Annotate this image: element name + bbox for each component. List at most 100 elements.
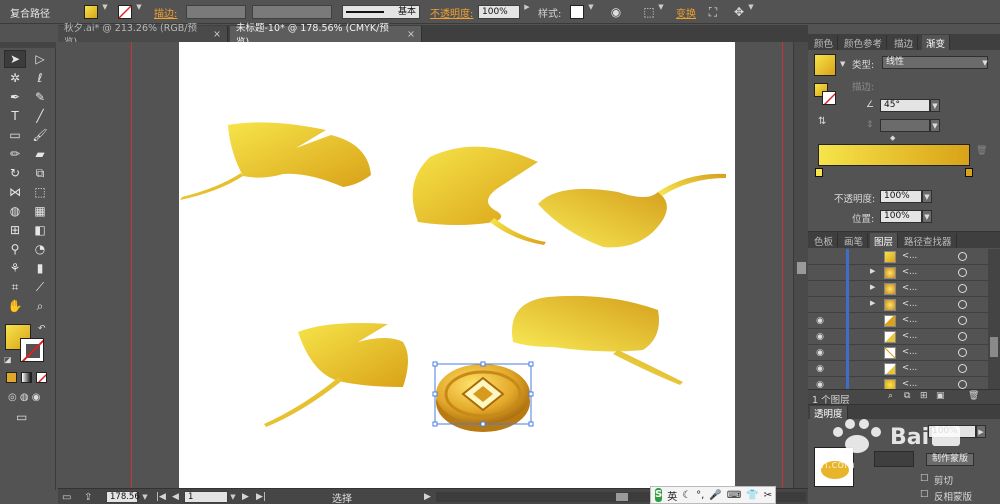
- eye-icon[interactable]: ◉: [812, 315, 828, 327]
- punctuation-icon[interactable]: °,: [696, 490, 704, 501]
- last-artboard-icon[interactable]: ▶|: [256, 489, 266, 504]
- mic-icon[interactable]: 🎤: [709, 490, 721, 501]
- canvas-vertical-scrollbar[interactable]: [793, 42, 808, 488]
- stop-opacity-field[interactable]: 100%: [880, 190, 922, 203]
- shirt-icon[interactable]: 👕: [746, 490, 758, 501]
- tab-document-1[interactable]: 秋夕.ai* @ 213.26% (RGB/预览) ×: [58, 23, 228, 48]
- next-artboard-icon[interactable]: ▶: [242, 489, 249, 504]
- eye-icon[interactable]: ◉: [812, 379, 828, 389]
- selection-tool-icon[interactable]: ➤: [4, 50, 26, 68]
- eye-icon[interactable]: ◉: [812, 363, 828, 375]
- lasso-tool-icon[interactable]: ℓ: [29, 69, 51, 87]
- first-artboard-icon[interactable]: |◀: [156, 489, 166, 504]
- canvas-area[interactable]: [58, 42, 793, 488]
- ginkgo-leaf-2[interactable]: [412, 146, 546, 245]
- new-layer-icon[interactable]: ▣: [936, 391, 945, 401]
- layer-row[interactable]: ◉ <...: [808, 313, 988, 329]
- tab-stroke[interactable]: 描边: [890, 35, 919, 50]
- tools-icon[interactable]: ✂: [764, 490, 772, 501]
- gradient-angle-field[interactable]: 45°: [880, 99, 930, 112]
- clipping-mask-icon[interactable]: ⧉: [904, 391, 910, 401]
- tools-panel-grip[interactable]: [0, 42, 56, 48]
- shape-builder-tool-icon[interactable]: ◍: [4, 202, 26, 220]
- target-icon[interactable]: [958, 300, 967, 309]
- none-mode-icon[interactable]: [36, 372, 47, 383]
- keyboard-icon[interactable]: ⌨: [727, 490, 741, 501]
- stop-position-dropdown-arrow[interactable]: ▼: [922, 210, 932, 223]
- fill-dropdown-arrow[interactable]: ▼: [100, 0, 110, 14]
- tab-brushes[interactable]: 画笔: [840, 233, 869, 248]
- artboard-number-value[interactable]: 1: [184, 491, 228, 503]
- curvature-tool-icon[interactable]: ✎: [29, 88, 51, 106]
- slice-tool-icon[interactable]: ⟋: [29, 278, 51, 296]
- ginkgo-leaf-1[interactable]: [180, 122, 371, 200]
- style-dropdown-arrow[interactable]: ▼: [586, 0, 596, 14]
- zoom-tool-icon[interactable]: ⌕: [29, 297, 51, 315]
- stop-position-field[interactable]: 100%: [880, 210, 922, 223]
- gradient-type-select[interactable]: 线性: [882, 56, 988, 69]
- eraser-tool-icon[interactable]: ▰: [29, 145, 51, 163]
- midpoint-marker-icon[interactable]: ◆: [890, 134, 895, 142]
- document-info-icon[interactable]: ▭: [62, 489, 71, 504]
- target-icon[interactable]: [958, 284, 967, 293]
- tab-gradient[interactable]: 渐变: [922, 35, 951, 50]
- paintbrush-tool-icon[interactable]: 🖌: [29, 126, 51, 144]
- tab-swatches[interactable]: 色板: [810, 233, 839, 248]
- free-transform-tool-icon[interactable]: ⬚: [29, 183, 51, 201]
- layer-row[interactable]: <...: [808, 249, 988, 265]
- ime-logo-icon[interactable]: S: [655, 488, 663, 502]
- zoom-value[interactable]: 178.56: [106, 491, 140, 503]
- zoom-dropdown-arrow[interactable]: ▼: [140, 489, 150, 504]
- mesh-tool-icon[interactable]: ⊞: [4, 221, 26, 239]
- align-dropdown-arrow[interactable]: ▼: [656, 0, 666, 14]
- gradient-stroke-swatch[interactable]: [822, 91, 836, 105]
- layers-list[interactable]: <... ▶ <... ▶ <... ▶ <... ◉ <... ◉ <... ◉ <...…: [808, 249, 988, 389]
- close-icon[interactable]: ×: [213, 29, 221, 40]
- artboard-dropdown-arrow[interactable]: ▼: [228, 489, 238, 504]
- layer-row[interactable]: ◉ <...: [808, 361, 988, 377]
- new-sublayer-icon[interactable]: ⊞: [920, 391, 928, 401]
- screen-mode-icon[interactable]: ▭: [16, 410, 27, 424]
- stroke-color-box[interactable]: [20, 338, 44, 362]
- rotate-tool-icon[interactable]: ↻: [4, 164, 26, 182]
- width-tool-icon[interactable]: ⋈: [4, 183, 26, 201]
- rectangle-tool-icon[interactable]: ▭: [4, 126, 26, 144]
- gradient-stop-start[interactable]: [815, 168, 823, 177]
- ginkgo-leaf-3[interactable]: [538, 173, 726, 248]
- scale-tool-icon[interactable]: ⧉: [29, 164, 51, 182]
- type-tool-icon[interactable]: T: [4, 107, 26, 125]
- gradient-preview-swatch[interactable]: [814, 54, 836, 76]
- gradient-preset-dropdown-arrow[interactable]: ▼: [840, 60, 845, 68]
- gradient-slider-bar[interactable]: [818, 144, 970, 166]
- tab-color-guide[interactable]: 颜色参考: [840, 35, 888, 50]
- ime-language-label[interactable]: 英: [667, 488, 677, 503]
- flip-dropdown-arrow[interactable]: ▼: [746, 0, 756, 14]
- gradient-mode-icon[interactable]: [21, 372, 32, 383]
- gradient-aspect-field[interactable]: [880, 119, 930, 132]
- tab-document-2[interactable]: 未标题-10* @ 178.56% (CMYK/预览) ×: [230, 23, 422, 48]
- transform-link[interactable]: 变换: [676, 0, 696, 24]
- color-mode-icon[interactable]: [6, 372, 17, 383]
- artwork[interactable]: [58, 42, 793, 488]
- symbol-sprayer-tool-icon[interactable]: ⚘: [4, 259, 26, 277]
- close-icon[interactable]: ×: [407, 29, 415, 40]
- pen-tool-icon[interactable]: ✒: [4, 88, 26, 106]
- gradient-tool-icon[interactable]: ◧: [29, 221, 51, 239]
- layers-scrollbar[interactable]: [988, 249, 1000, 389]
- opacity-label[interactable]: 不透明度:: [430, 0, 473, 24]
- isolate-icon[interactable]: ⛶: [704, 0, 722, 24]
- horizontal-scroll-thumb[interactable]: [616, 493, 628, 501]
- gradient-type-dropdown-arrow[interactable]: ▼: [980, 56, 990, 69]
- layer-row[interactable]: ◉ <...: [808, 345, 988, 361]
- eyedropper-tool-icon[interactable]: ⚲: [4, 240, 26, 258]
- artboard-number-field[interactable]: 1: [184, 489, 228, 504]
- expand-icon[interactable]: ▶: [870, 267, 875, 275]
- gradient-stop-end[interactable]: [965, 168, 973, 177]
- column-graph-tool-icon[interactable]: ▮: [29, 259, 51, 277]
- layer-row[interactable]: ▶ <...: [808, 265, 988, 281]
- zoom-field[interactable]: 178.56: [106, 489, 140, 504]
- layer-row[interactable]: ▶ <...: [808, 297, 988, 313]
- status-menu-arrow[interactable]: ▶: [424, 489, 431, 504]
- recolor-icon[interactable]: ◉: [607, 0, 625, 24]
- expand-icon[interactable]: ▶: [870, 299, 875, 307]
